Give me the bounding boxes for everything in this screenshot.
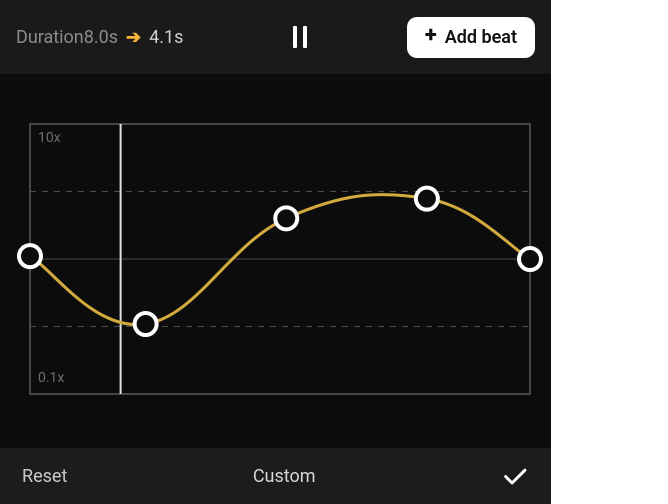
arrow-right-icon: ➔ xyxy=(126,27,141,48)
add-beat-button[interactable]: + Add beat xyxy=(407,17,535,58)
speed-curve-svg[interactable]: 10x 0.1x xyxy=(0,74,551,448)
beat-handle[interactable] xyxy=(416,188,438,210)
check-icon xyxy=(501,462,529,490)
beat-handle[interactable] xyxy=(519,248,541,270)
duration-indicator: Duration8.0s ➔ 4.1s xyxy=(16,27,183,48)
add-beat-label: Add beat xyxy=(445,27,517,48)
confirm-button[interactable] xyxy=(501,462,529,490)
pause-button[interactable] xyxy=(293,26,307,48)
speed-editor-panel: Duration8.0s ➔ 4.1s + Add beat 10x 0.1x R… xyxy=(0,0,551,504)
pause-icon xyxy=(293,26,297,48)
svg-text:10x: 10x xyxy=(38,130,61,146)
speed-curve-chart[interactable]: 10x 0.1x xyxy=(0,74,551,448)
pause-icon xyxy=(303,26,307,48)
duration-current: 4.1s xyxy=(149,27,183,48)
reset-button[interactable]: Reset xyxy=(22,466,67,487)
duration-label: Duration8.0s xyxy=(16,27,118,48)
svg-text:0.1x: 0.1x xyxy=(38,370,64,386)
bottombar: Reset Custom xyxy=(0,448,551,504)
mode-label: Custom xyxy=(253,466,316,487)
beat-handle[interactable] xyxy=(19,245,41,267)
beat-handle[interactable] xyxy=(135,313,157,335)
topbar: Duration8.0s ➔ 4.1s + Add beat xyxy=(0,0,551,74)
beat-handle[interactable] xyxy=(275,207,297,229)
